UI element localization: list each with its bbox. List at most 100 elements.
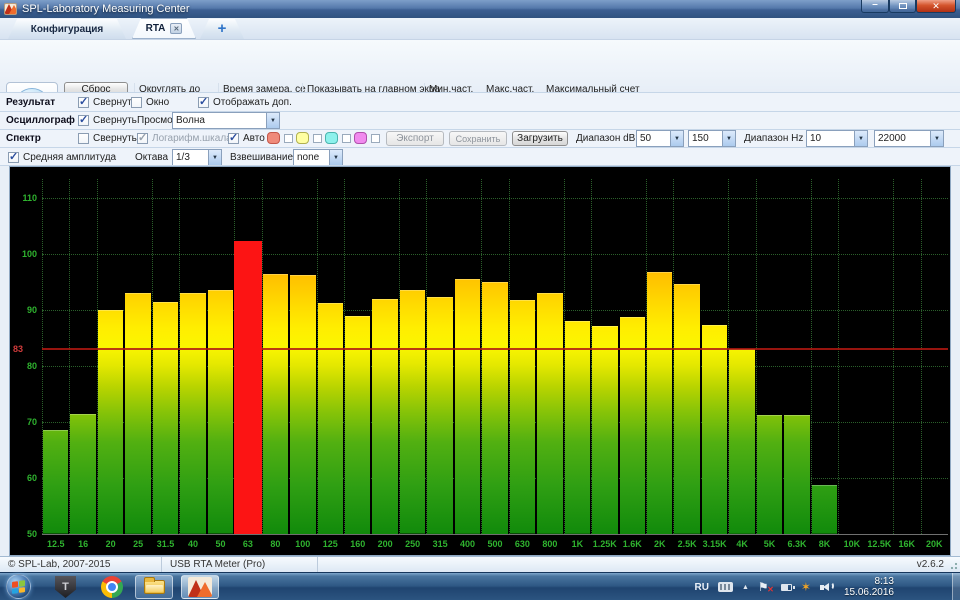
checkbox-icon: [198, 97, 209, 108]
window-controls: [861, 0, 956, 13]
range-db-max-select[interactable]: 150: [688, 130, 736, 147]
spectrum-bar: [98, 310, 123, 534]
tab-close-icon[interactable]: [170, 23, 182, 34]
clock-time: 8:13: [844, 576, 894, 587]
trace-red-checkbox[interactable]: [284, 134, 293, 143]
chevron-down-icon[interactable]: [854, 131, 867, 146]
y-axis-tick-label: 70: [10, 417, 37, 427]
osc-view-select[interactable]: Волна: [172, 112, 280, 129]
system-tray: RU ▲ 8:13 15.06.2016: [694, 573, 894, 600]
spectrum-bar: [757, 415, 782, 534]
taskbar-item-wot-icon[interactable]: [55, 576, 76, 598]
result-extra-checkbox[interactable]: Отображать доп.: [198, 96, 292, 109]
spectrum-auto-checkbox[interactable]: Авто: [228, 132, 265, 145]
close-button[interactable]: [916, 0, 956, 13]
show-desktop-button[interactable]: [952, 573, 960, 600]
avg-amplitude-checkbox[interactable]: Средняя амплитуда: [8, 151, 116, 164]
checkbox-icon: [137, 133, 148, 144]
spectrum-bar: [263, 274, 288, 534]
battery-icon[interactable]: [781, 584, 792, 591]
octave-select[interactable]: 1/3: [172, 149, 222, 166]
maximize-button[interactable]: [889, 0, 916, 13]
weighting-value: none: [294, 152, 329, 163]
spectrum-bar: [565, 321, 590, 534]
trace-color-swatch-red[interactable]: [267, 132, 280, 144]
action-center-flag-icon[interactable]: [758, 581, 772, 594]
save-label: Сохранить: [456, 134, 501, 144]
result-collapse-checkbox[interactable]: Свернуть: [78, 96, 137, 109]
taskbar-item-spl-lab[interactable]: [181, 575, 219, 599]
trace-color-swatch-yellow[interactable]: [296, 132, 309, 144]
tab-configuration[interactable]: Конфигурация: [8, 19, 126, 39]
save-button[interactable]: Сохранить: [449, 131, 507, 146]
spectrum-bar: [702, 325, 727, 534]
minimize-button[interactable]: [861, 0, 889, 13]
language-indicator[interactable]: RU: [694, 582, 708, 593]
tab-configuration-label: Конфигурация: [31, 24, 104, 35]
spectrum-collapse-checkbox[interactable]: Свернуть: [78, 132, 137, 145]
range-hz-max-value: 22000: [875, 133, 930, 144]
status-bar: © SPL-Lab, 2007-2015 USB RTA Meter (Pro)…: [0, 556, 960, 572]
spectrum-log-label: Логарифм.шкала: [152, 133, 232, 144]
weighting-select[interactable]: none: [293, 149, 343, 166]
screen: SPL-Laboratory Measuring Center Конфигур…: [0, 0, 960, 600]
avg-amplitude-label: Средняя амплитуда: [23, 152, 116, 163]
statusbar-version: v2.6.2: [917, 559, 948, 570]
checkbox-icon: [78, 97, 89, 108]
osc-view-value: Волна: [173, 115, 266, 126]
tray-app-icon[interactable]: [801, 580, 811, 594]
keyboard-icon[interactable]: [718, 582, 733, 592]
statusbar-device: USB RTA Meter (Pro): [162, 557, 318, 572]
app-icon: [4, 3, 17, 15]
trace-color-swatch-magenta[interactable]: [354, 132, 367, 144]
osc-collapse-checkbox[interactable]: Свернуть: [78, 114, 137, 127]
trace-magenta-checkbox[interactable]: [371, 134, 380, 143]
spectrum-bar: [208, 290, 233, 534]
checkbox-icon: [78, 115, 89, 126]
spectrum-log-checkbox[interactable]: Логарифм.шкала: [137, 132, 232, 145]
resize-grip-icon[interactable]: [948, 560, 958, 570]
spectrum-collapse-label: Свернуть: [93, 133, 137, 144]
clock-date: 15.06.2016: [844, 587, 894, 598]
range-db-min-select[interactable]: 50: [636, 130, 684, 147]
chevron-down-icon[interactable]: [930, 131, 943, 146]
load-button[interactable]: Загрузить: [512, 131, 568, 146]
range-hz-max-select[interactable]: 22000: [874, 130, 944, 147]
range-hz-min-select[interactable]: 10: [806, 130, 868, 147]
chevron-down-icon[interactable]: [722, 131, 735, 146]
toolbar: Сброс Удерж.пик По-умолчанию Округлять д…: [0, 40, 960, 92]
result-window-checkbox[interactable]: Окно: [131, 96, 169, 109]
tab-rta[interactable]: RTA: [132, 18, 196, 39]
chevron-down-icon[interactable]: [208, 150, 221, 165]
trace-cyan-checkbox[interactable]: [342, 134, 351, 143]
trace-color-swatch-cyan[interactable]: [325, 132, 338, 144]
spectrum-bar: [125, 293, 150, 534]
clock[interactable]: 8:13 15.06.2016: [844, 576, 894, 598]
rta-spectrum-chart: 11010090807060508312.516202531.540506380…: [9, 166, 951, 556]
add-tab-button[interactable]: [200, 19, 244, 39]
speaker-icon[interactable]: [820, 581, 835, 593]
y-axis-tick-label: 110: [10, 193, 37, 203]
spectrum-section-title: Спектр: [6, 133, 41, 144]
chevron-down-icon[interactable]: [266, 113, 279, 128]
spectrum-bar: [455, 279, 480, 534]
load-label: Загрузить: [517, 133, 563, 144]
y-axis-tick-label: 100: [10, 249, 37, 259]
hidden-icons-chevron-icon[interactable]: ▲: [742, 584, 749, 591]
start-button[interactable]: [6, 574, 31, 599]
spectrum-bar: [180, 293, 205, 534]
export-button[interactable]: Экспорт: [386, 131, 444, 146]
chevron-down-icon[interactable]: [670, 131, 683, 146]
range-hz-label: Диапазон Hz: [744, 133, 803, 144]
spectrum-bar: [70, 414, 95, 534]
y-gridline: [42, 254, 948, 255]
weighting-label: Взвешивание: [230, 152, 293, 163]
taskbar-item-explorer[interactable]: [135, 575, 173, 599]
export-label: Экспорт: [396, 133, 434, 144]
spectrum-bar: [647, 272, 672, 534]
range-hz-min-value: 10: [807, 133, 854, 144]
chevron-down-icon[interactable]: [329, 150, 342, 165]
trace-yellow-checkbox[interactable]: [313, 134, 322, 143]
taskbar-item-chrome-icon[interactable]: [101, 576, 123, 598]
spectrum-bar: [592, 326, 617, 534]
